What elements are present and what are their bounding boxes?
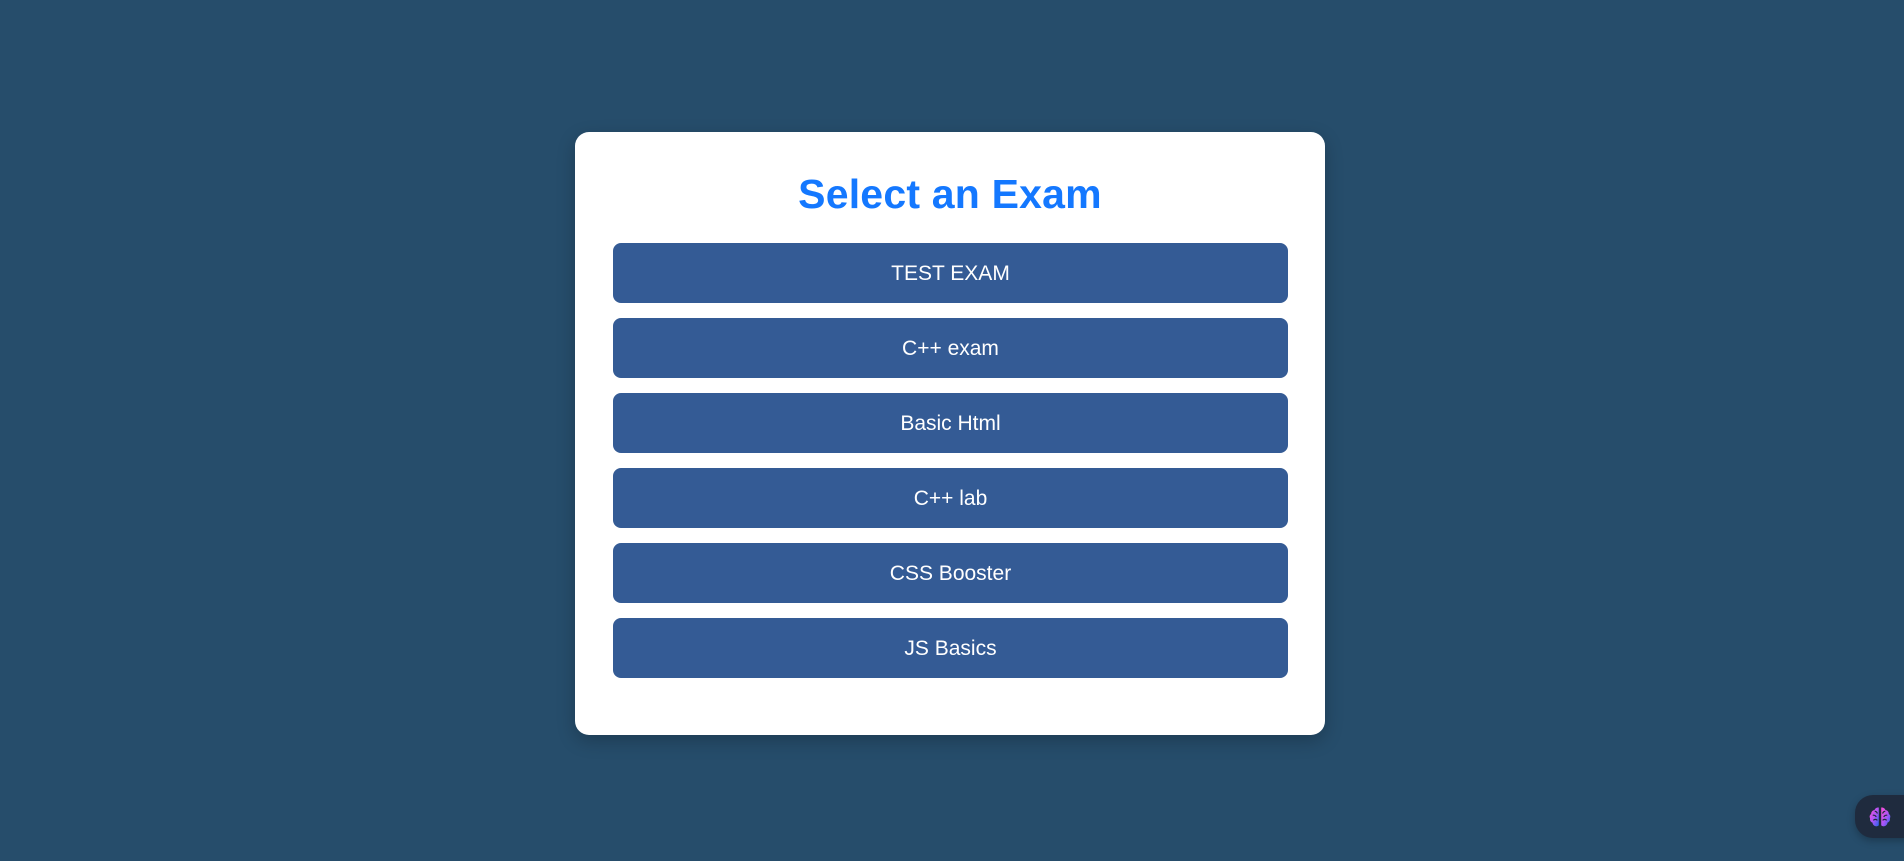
exam-button-basic-html[interactable]: Basic Html xyxy=(613,393,1288,453)
page-title: Select an Exam xyxy=(798,171,1102,217)
exam-button-cpp-exam[interactable]: C++ exam xyxy=(613,318,1288,378)
exam-button-cpp-lab[interactable]: C++ lab xyxy=(613,468,1288,528)
floating-helper-widget[interactable] xyxy=(1855,795,1904,838)
exam-button-css-booster[interactable]: CSS Booster xyxy=(613,543,1288,603)
exam-list: TEST EXAM C++ exam Basic Html C++ lab CS… xyxy=(613,243,1288,678)
exam-button-js-basics[interactable]: JS Basics xyxy=(613,618,1288,678)
brain-icon xyxy=(1869,807,1891,827)
exam-button-test-exam[interactable]: TEST EXAM xyxy=(613,243,1288,303)
exam-selection-card: Select an Exam TEST EXAM C++ exam Basic … xyxy=(575,132,1325,735)
